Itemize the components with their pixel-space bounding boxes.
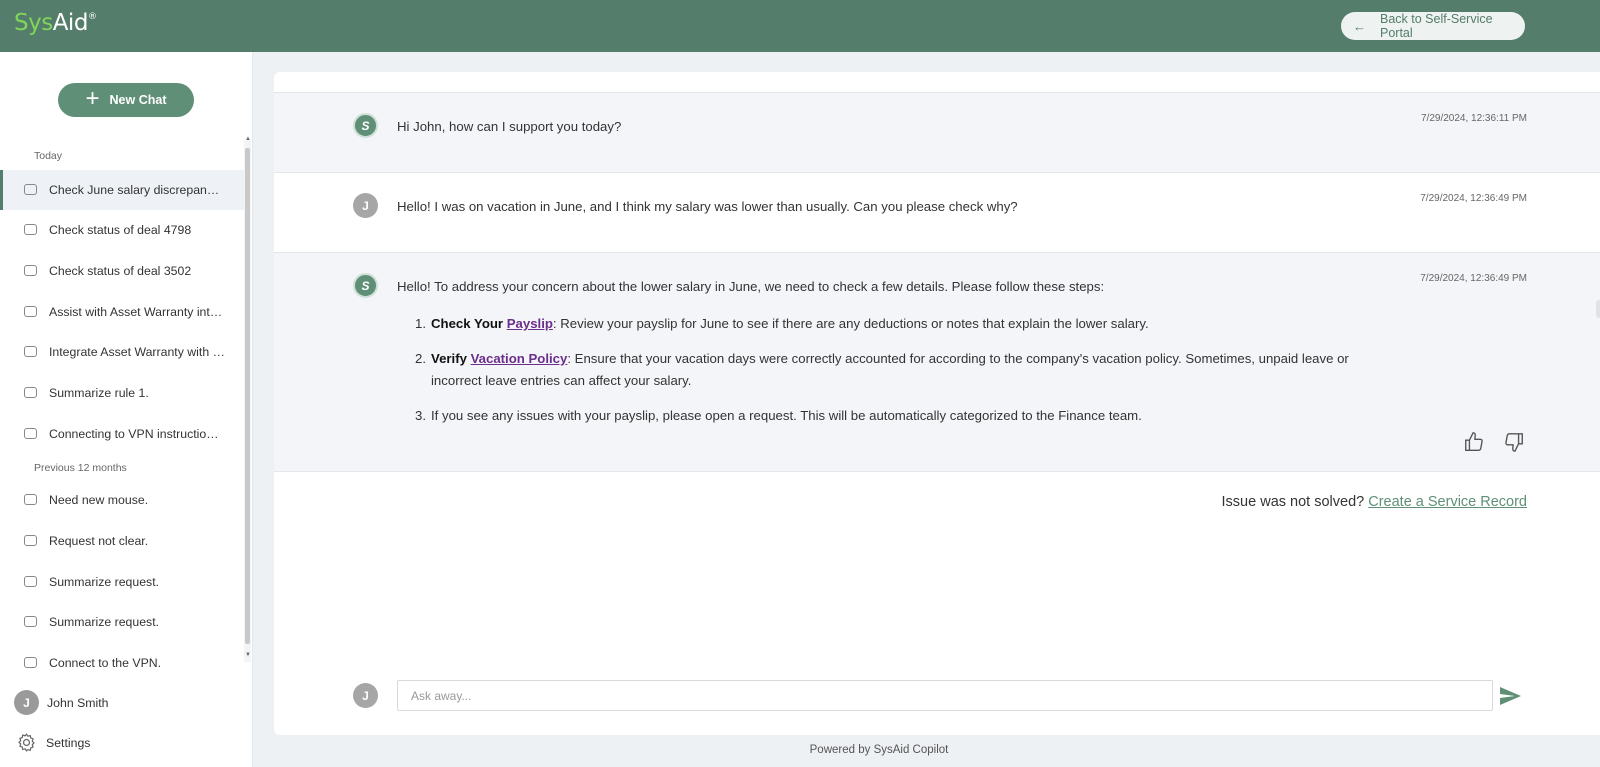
message-text: Hi John, how can I support you today?: [397, 119, 622, 134]
new-chat-button[interactable]: + New Chat: [58, 83, 194, 117]
conversation-title: Integrate Asset Warranty with S...: [49, 345, 225, 359]
conversation-item[interactable]: Need new mouse.: [0, 480, 244, 520]
conversation-title: Summarize request.: [49, 615, 160, 629]
conversation-title: Summarize rule 1.: [49, 386, 149, 400]
thumbs-down-icon[interactable]: [1503, 431, 1525, 453]
send-icon[interactable]: [1497, 684, 1523, 708]
section-label-today: Today: [34, 150, 63, 162]
conversation-item[interactable]: Check June salary discrepancy,...: [0, 170, 244, 210]
message-timestamp: 7/29/2024, 12:36:49 PM: [1420, 193, 1527, 204]
list-item: 3. If you see any issues with your paysl…: [415, 408, 1142, 423]
user-profile[interactable]: J John Smith: [14, 690, 109, 715]
top-header: SysAid® ← Back to Self-Service Portal: [0, 0, 1600, 52]
payslip-link[interactable]: Payslip: [507, 316, 553, 331]
conversation-title: Assist with Asset Warranty inte...: [49, 305, 225, 319]
chat-bubble-icon: [24, 576, 37, 587]
conversation-item[interactable]: Summarize request.: [0, 602, 244, 642]
conversation-title: Check June salary discrepancy,...: [49, 183, 225, 197]
issue-not-solved-prompt: Issue was not solved? Create a Service R…: [1221, 494, 1527, 510]
conversation-title: Check status of deal 4798: [49, 223, 192, 237]
thumbs-up-icon[interactable]: [1463, 431, 1485, 453]
user-name: John Smith: [47, 695, 109, 710]
new-chat-label: New Chat: [109, 93, 167, 107]
conversation-item[interactable]: Connecting to VPN instructions...: [0, 414, 244, 454]
chat-bubble-icon: [24, 616, 37, 627]
chat-bubble-icon: [24, 184, 37, 195]
bot-message: S Hi John, how can I support you today? …: [274, 92, 1600, 172]
chat-bubble-icon: [24, 346, 37, 357]
conversation-item[interactable]: Request not clear.: [0, 521, 244, 561]
vacation-policy-link[interactable]: Vacation Policy: [471, 351, 568, 366]
message-text: Hello! I was on vacation in June, and I …: [397, 199, 1018, 214]
bot-avatar: S: [353, 113, 378, 138]
chat-bubble-icon: [24, 428, 37, 439]
input-user-avatar: J: [353, 683, 378, 708]
list-item: 2. Verify Vacation Policy: Ensure that y…: [415, 351, 1349, 388]
conversation-item[interactable]: Integrate Asset Warranty with S...: [0, 332, 244, 372]
scroll-up-arrow-icon[interactable]: ▲: [245, 136, 251, 142]
footer: Powered by SysAid Copilot: [0, 744, 1600, 756]
sysaid-logo[interactable]: SysAid®: [14, 10, 97, 36]
conversation-item[interactable]: Summarize request.: [0, 562, 244, 602]
back-to-portal-button[interactable]: ← Back to Self-Service Portal: [1341, 12, 1525, 40]
chat-panel: S Hi John, how can I support you today? …: [274, 72, 1600, 735]
chat-bubble-icon: [24, 306, 37, 317]
message-timestamp: 7/29/2024, 12:36:49 PM: [1420, 273, 1527, 284]
conversation-item[interactable]: Connect to the VPN.: [0, 643, 244, 683]
scroll-down-arrow-icon[interactable]: ▼: [245, 652, 251, 658]
conversation-item[interactable]: Check status of deal 3502: [0, 251, 244, 291]
message-timestamp: 7/29/2024, 12:36:11 PM: [1420, 113, 1527, 124]
user-avatar: J: [353, 193, 378, 218]
powered-by-text: Powered by SysAid Copilot: [809, 744, 949, 756]
plus-icon: +: [85, 85, 100, 112]
list-item: 1. Check Your Payslip: Review your paysl…: [415, 316, 1149, 331]
panel-edge-handle: [1596, 300, 1600, 318]
user-avatar: J: [14, 690, 39, 715]
chat-bubble-icon: [24, 535, 37, 546]
chat-bubble-icon: [24, 657, 37, 668]
chat-bubble-icon: [24, 224, 37, 235]
back-to-portal-label: Back to Self-Service Portal: [1380, 12, 1493, 40]
user-message: J Hello! I was on vacation in June, and …: [274, 172, 1600, 252]
sidebar: + New Chat Today Check June salary discr…: [0, 52, 253, 767]
bot-avatar: S: [353, 273, 378, 298]
conversation-title: Connect to the VPN.: [49, 656, 162, 670]
conversation-item[interactable]: Summarize rule 1.: [0, 373, 244, 413]
conversation-title: Connecting to VPN instructions...: [49, 427, 225, 441]
conversation-title: Check status of deal 3502: [49, 264, 192, 278]
conversation-item[interactable]: Check status of deal 4798: [0, 210, 244, 250]
section-label-previous: Previous 12 months: [34, 462, 127, 474]
bot-message: S Hello! To address your concern about t…: [274, 252, 1600, 472]
conversation-item[interactable]: Assist with Asset Warranty inte...: [0, 292, 244, 332]
steps-list: 1. Check Your Payslip: Review your paysl…: [397, 313, 1357, 440]
conversation-title: Need new mouse.: [49, 493, 149, 507]
conversation-title: Summarize request.: [49, 575, 160, 589]
arrow-left-icon: ←: [1353, 18, 1366, 34]
message-text: Hello! To address your concern about the…: [397, 279, 1105, 294]
chat-input[interactable]: [397, 680, 1493, 711]
conversation-title: Request not clear.: [49, 534, 149, 548]
chat-bubble-icon: [24, 494, 37, 505]
chat-bubble-icon: [24, 387, 37, 398]
sidebar-scroll-thumb[interactable]: [245, 148, 250, 644]
create-service-record-link[interactable]: Create a Service Record: [1368, 494, 1527, 510]
chat-bubble-icon: [24, 265, 37, 276]
